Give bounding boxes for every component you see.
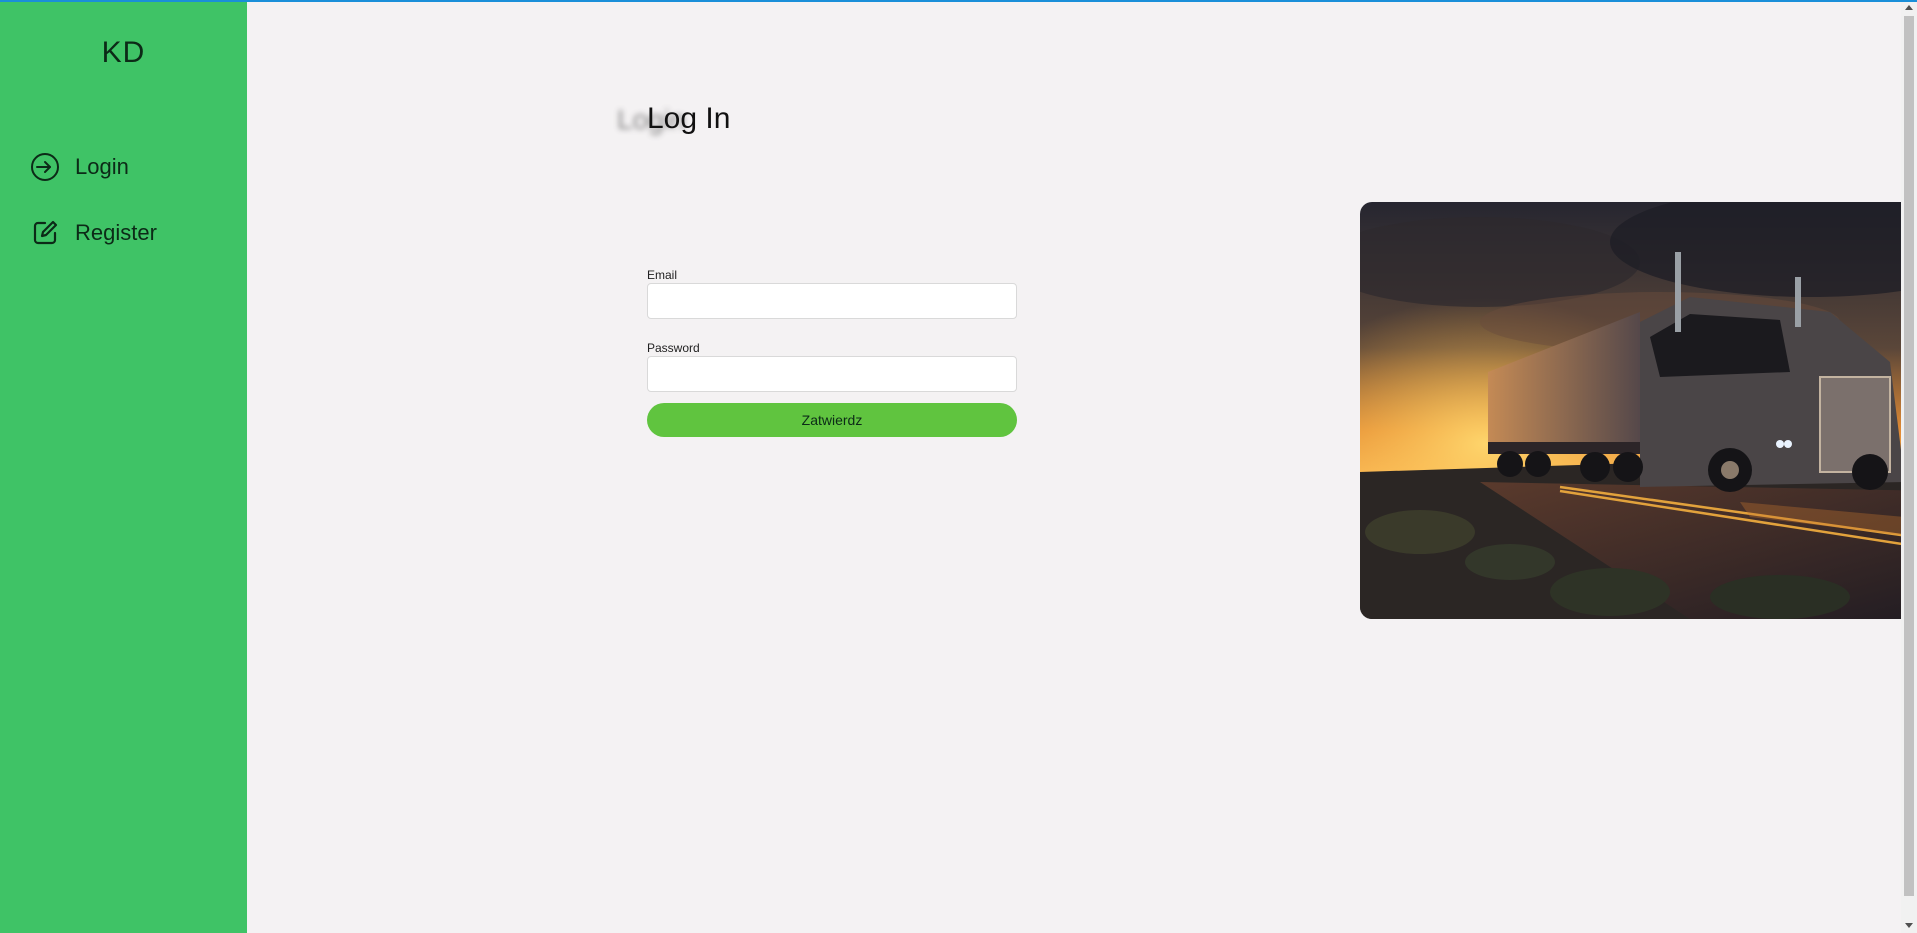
scroll-down-icon[interactable] bbox=[1905, 923, 1913, 928]
scroll-up-icon[interactable] bbox=[1905, 5, 1913, 10]
password-label: Password bbox=[647, 341, 700, 355]
sidebar-item-label: Login bbox=[75, 154, 129, 179]
vertical-scrollbar[interactable] bbox=[1901, 0, 1917, 933]
email-field[interactable] bbox=[647, 283, 1017, 319]
truck-sunset-illustration bbox=[1360, 202, 1917, 619]
brand-logo: KD bbox=[101, 36, 146, 69]
top-accent-line bbox=[0, 0, 1917, 2]
submit-button[interactable]: Zatwierdz bbox=[647, 403, 1017, 437]
edit-icon bbox=[29, 217, 61, 249]
login-arrow-icon bbox=[29, 151, 61, 183]
password-field[interactable] bbox=[647, 356, 1017, 392]
main-content: Login Log In Email Password Zatwierdz bbox=[247, 0, 1917, 933]
sidebar-item-label: Register bbox=[75, 220, 157, 245]
page-title: Log In bbox=[647, 102, 731, 135]
sidebar-item-login[interactable]: Login bbox=[29, 150, 129, 184]
email-label: Email bbox=[647, 268, 678, 282]
scroll-thumb[interactable] bbox=[1904, 16, 1914, 896]
sidebar-item-register[interactable]: Register bbox=[29, 216, 157, 250]
sidebar: KD Login Register bbox=[0, 0, 247, 933]
hero-image bbox=[1360, 202, 1917, 619]
